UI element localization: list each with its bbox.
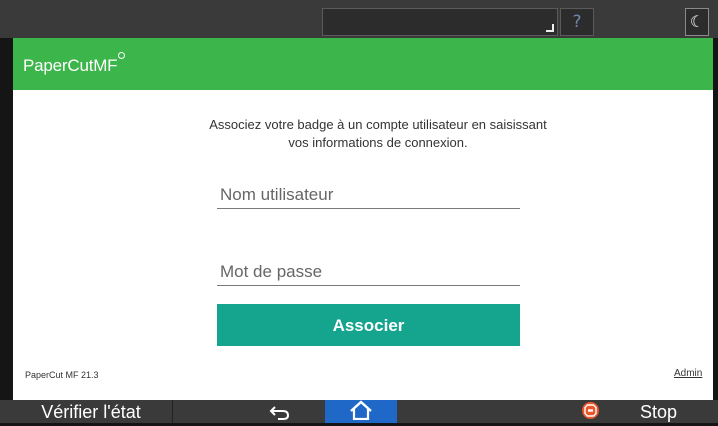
check-status-button[interactable]: Vérifier l'état bbox=[12, 400, 170, 423]
username-input[interactable] bbox=[217, 181, 520, 209]
logo-text: PaperCut bbox=[23, 56, 94, 75]
help-button[interactable]: ? bbox=[560, 8, 594, 36]
device-screen: ? ☾ PaperCutMF Associez votre badge à un… bbox=[0, 0, 718, 423]
admin-link[interactable]: Admin bbox=[674, 368, 702, 379]
logo-suffix: MF bbox=[93, 56, 118, 75]
version-label: PaperCut MF 21.3 bbox=[25, 370, 99, 380]
back-arrow-icon bbox=[269, 402, 291, 422]
energy-saver-button[interactable]: ☾ bbox=[685, 8, 709, 36]
home-button[interactable] bbox=[325, 400, 397, 423]
logo-dot-icon bbox=[118, 52, 126, 59]
device-bottom-bar: Vérifier l'état Stop bbox=[0, 400, 718, 423]
bottom-bar-divider bbox=[172, 400, 173, 423]
message-display-field[interactable] bbox=[322, 8, 558, 36]
back-button[interactable] bbox=[250, 400, 310, 423]
associate-button[interactable]: Associer bbox=[217, 304, 520, 346]
papercut-app: PaperCutMF Associez votre badge à un com… bbox=[13, 38, 713, 400]
instructions-line-2: vos informations de connexion. bbox=[288, 135, 468, 150]
app-header: PaperCutMF bbox=[13, 38, 713, 90]
instructions-line-1: Associez votre badge à un compte utilisa… bbox=[209, 117, 547, 132]
password-input[interactable] bbox=[217, 258, 520, 286]
stop-icon[interactable] bbox=[582, 402, 599, 419]
stop-button[interactable]: Stop bbox=[640, 400, 677, 423]
papercut-logo: PaperCutMF bbox=[23, 52, 126, 76]
device-top-bar: ? ☾ bbox=[0, 0, 718, 38]
resize-handle-icon bbox=[546, 24, 554, 32]
home-icon bbox=[349, 400, 373, 422]
instructions-text: Associez votre badge à un compte utilisa… bbox=[113, 116, 643, 152]
